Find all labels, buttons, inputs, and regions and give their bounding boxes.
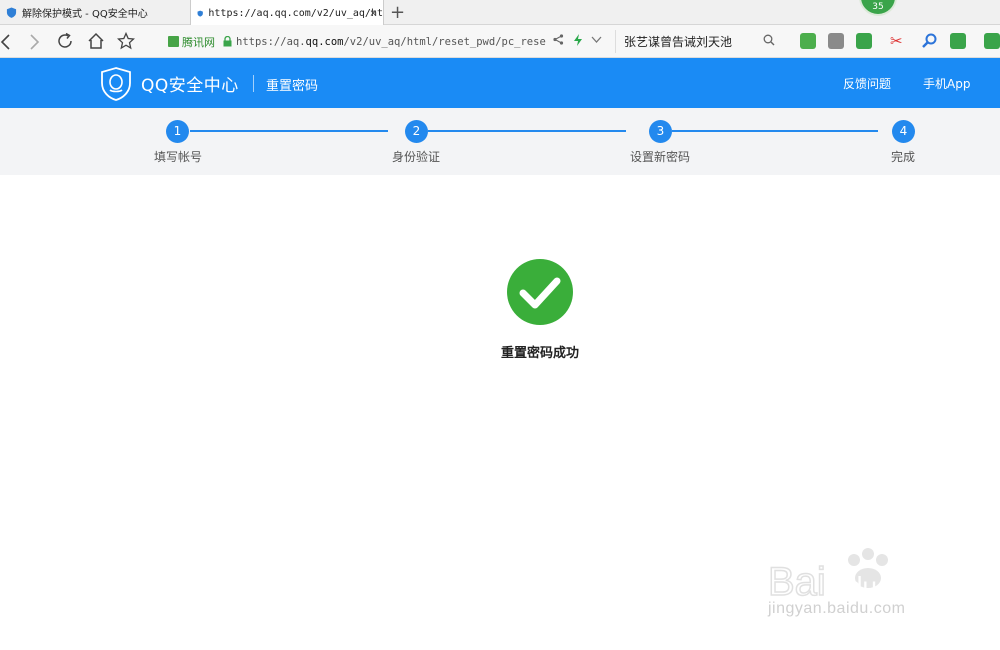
tab-active-url[interactable]: https://aq.qq.com/v2/uv_aq/ht × [190,0,384,26]
share-icon[interactable] [553,34,564,45]
site-logo-icon [168,36,179,47]
forward-icon[interactable] [28,34,40,50]
close-icon[interactable]: × [370,6,377,20]
mobile-app-link[interactable]: 手机App [923,75,970,92]
address-bar[interactable]: 腾讯网 https://aq.qq.com/v2/uv_aq/html/rese… [160,30,610,53]
feedback-link[interactable]: 反馈问题 [843,75,891,92]
tab-label: 解除保护模式 - QQ安全中心 [22,9,148,20]
scissors-icon[interactable]: ✂ [890,33,906,49]
step-3-number: 3 [649,120,672,143]
magnifier-icon[interactable] [922,33,938,49]
browser-tab-bar: 解除保护模式 - QQ安全中心 https://aq.qq.com/v2/uv_… [0,0,1000,26]
new-tab-button[interactable]: + [390,2,405,23]
shield-icon [6,7,17,18]
logo-text[interactable]: QQ安全中心 [141,71,239,96]
wallet-icon[interactable] [984,33,1000,49]
site-header: QQ安全中心 重置密码 反馈问题 手机App [0,58,1000,108]
site-badge[interactable]: 腾讯网 [168,34,215,50]
step-2-label: 身份验证 [391,150,440,164]
page-title: 重置密码 [266,79,319,94]
refresh-icon[interactable] [56,32,74,50]
svg-text:Bai: Bai [768,560,826,604]
url-text[interactable]: https://aq.qq.com/v2/uv_aq/html/reset_pw… [236,36,546,48]
book-icon[interactable] [800,33,816,49]
tab-label: https://aq.qq.com/v2/uv_aq/ht [208,7,383,19]
step-1-number: 1 [166,120,189,143]
svg-text:du: du [848,571,877,601]
gamepad-icon[interactable] [950,33,966,49]
tab-protection-mode[interactable]: 解除保护模式 - QQ安全中心 [0,0,190,25]
search-icon[interactable] [763,34,775,46]
check-circle-icon [507,259,573,325]
header-divider [253,75,254,92]
notification-badge[interactable]: 35 [859,0,897,16]
success-message: 重置密码成功 [500,346,579,361]
step-connector [672,130,878,132]
download-icon[interactable] [828,33,844,49]
star-icon[interactable] [117,32,135,50]
chevron-down-icon[interactable] [591,36,602,44]
search-box[interactable]: 张艺谋曾告诫刘天池 [615,30,785,53]
step-connector [428,130,626,132]
step-2-number: 2 [405,120,428,143]
back-icon[interactable] [0,34,12,50]
step-connector [190,130,388,132]
lightning-icon[interactable] [573,34,583,46]
watermark-text: jingyan.baidu.com [768,600,906,617]
translate-icon[interactable] [856,33,872,49]
lock-icon [223,36,232,47]
step-1-label: 填写帐号 [153,150,202,164]
qq-shield-logo-icon[interactable] [100,67,132,101]
search-input[interactable]: 张艺谋曾告诫刘天池 [624,33,732,50]
browser-toolbar: 腾讯网 https://aq.qq.com/v2/uv_aq/html/rese… [0,25,1000,58]
home-icon[interactable] [87,32,105,50]
shield-icon [197,10,203,17]
step-3-label: 设置新密码 [629,150,690,164]
step-4-label: 完成 [890,150,915,164]
step-4-number: 4 [892,120,915,143]
step-progress: 1 2 3 4 填写帐号 身份验证 设置新密码 完成 [0,108,1000,175]
